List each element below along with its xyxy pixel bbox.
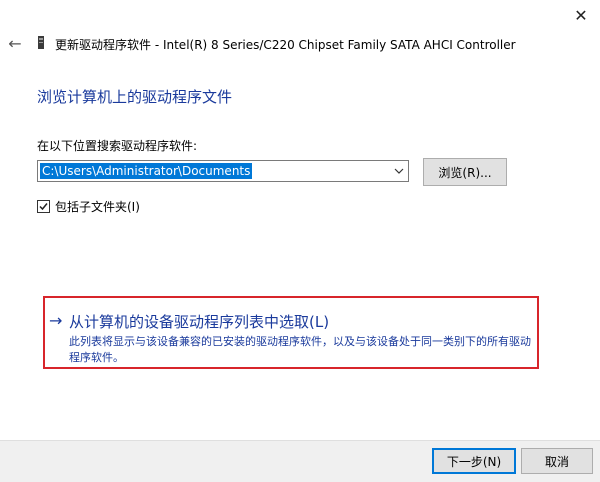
combobox-dropdown-button[interactable]	[390, 161, 408, 181]
pick-from-list-description: 此列表将显示与该设备兼容的已安装的驱动程序软件，以及与该设备处于同一类别下的所有…	[69, 335, 531, 364]
chevron-down-icon	[394, 168, 404, 174]
browse-button[interactable]: 浏览(R)...	[423, 158, 507, 186]
cancel-button[interactable]: 取消	[521, 448, 593, 474]
close-icon: ✕	[574, 5, 588, 25]
include-subfolders-label: 包括子文件夹(I)	[55, 199, 140, 214]
checkmark-icon	[39, 202, 48, 210]
device-icon	[38, 36, 44, 49]
pick-from-list-link[interactable]: 从计算机的设备驱动程序列表中选取(L)	[69, 311, 329, 332]
window-title: 更新驱动程序软件 - Intel(R) 8 Series/C220 Chipse…	[55, 38, 516, 52]
include-subfolders-option[interactable]: 包括子文件夹(I)	[37, 198, 140, 214]
back-arrow-icon: ←	[8, 33, 22, 53]
close-button[interactable]: ✕	[570, 4, 592, 26]
include-subfolders-checkbox[interactable]	[37, 199, 50, 213]
search-path-value[interactable]: C:\Users\Administrator\Documents	[40, 163, 253, 179]
back-button[interactable]: ←	[6, 33, 24, 53]
arrow-right-icon: →	[49, 311, 63, 330]
search-path-combobox[interactable]: C:\Users\Administrator\Documents	[37, 160, 409, 182]
driver-update-window: ✕ ← 更新驱动程序软件 - Intel(R) 8 Series/C220 Ch…	[0, 0, 600, 482]
search-location-label: 在以下位置搜索驱动程序软件:	[37, 139, 198, 153]
next-button[interactable]: 下一步(N)	[432, 448, 516, 474]
page-title: 浏览计算机上的驱动程序文件	[37, 88, 233, 106]
